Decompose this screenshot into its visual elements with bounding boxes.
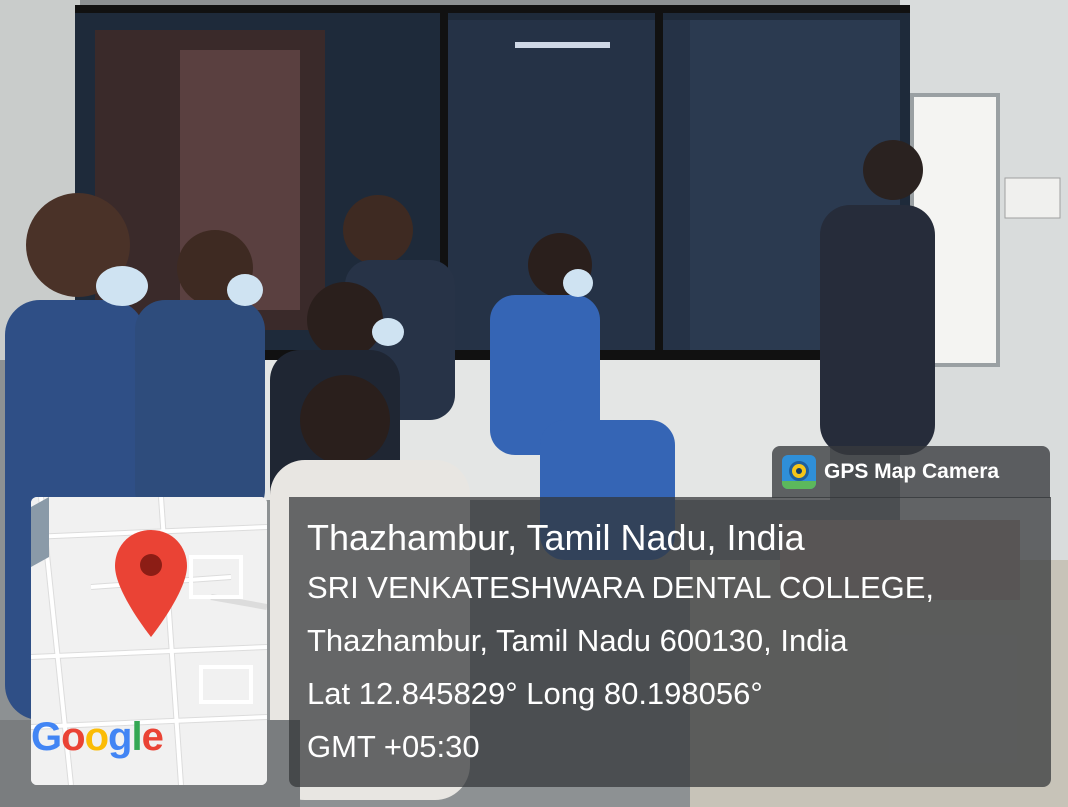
map-thumbnail: Google	[31, 497, 267, 785]
address-line-1: SRI VENKATESHWARA DENTAL COLLEGE,	[307, 570, 935, 605]
timezone-text: GMT +05:30	[307, 729, 480, 764]
location-info-panel: Thazhambur, Tamil Nadu, India SRI VENKAT…	[289, 497, 1051, 787]
gps-map-camera-app-icon	[782, 455, 816, 489]
location-title: Thazhambur, Tamil Nadu, India	[307, 517, 805, 558]
coordinates-text: Lat 12.845829° Long 80.198056°	[307, 676, 763, 711]
google-logo: Google	[31, 715, 164, 759]
gps-map-camera-badge: GPS Map Camera	[772, 446, 1050, 498]
address-line-2: Thazhambur, Tamil Nadu 600130, India	[307, 623, 848, 658]
gps-map-camera-label: GPS Map Camera	[824, 460, 1000, 483]
